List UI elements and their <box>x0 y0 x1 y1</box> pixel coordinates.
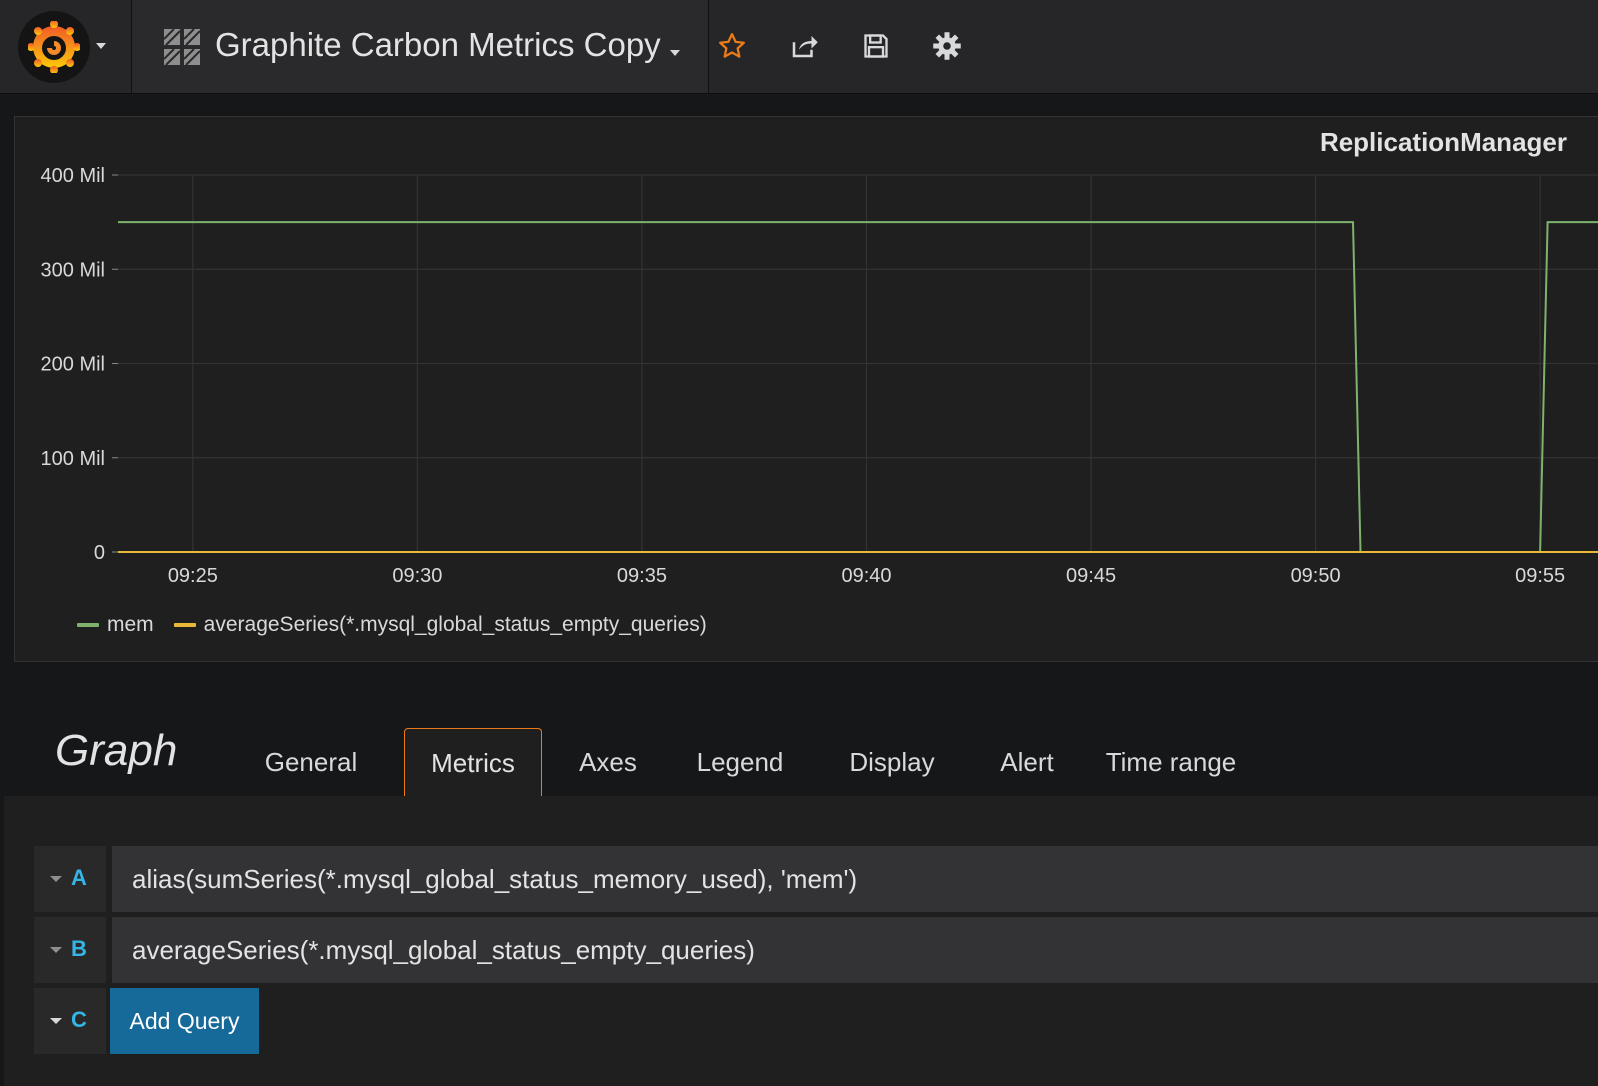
settings-gear-icon <box>933 32 961 60</box>
save-button[interactable] <box>856 26 896 66</box>
top-navbar: Graphite Carbon Metrics Copy <box>0 0 1598 94</box>
query-letter-a: A <box>71 865 87 890</box>
y-tick-label: 0 <box>94 542 105 564</box>
save-icon <box>864 34 888 58</box>
star-button[interactable] <box>712 26 752 66</box>
editor-title: Graph <box>55 726 178 775</box>
share-icon <box>792 36 818 58</box>
query-ref-a[interactable]: A <box>34 846 106 912</box>
collapse-caret-icon[interactable] <box>50 947 62 953</box>
chart-canvas[interactable]: 0 100 Mil 200 Mil 300 Mil 400 Mil 09:25 09:30 0… <box>15 117 1598 661</box>
grafana-logo-icon[interactable] <box>18 11 90 83</box>
star-icon <box>719 33 745 58</box>
x-tick-label: 09:50 <box>1291 565 1341 587</box>
query-ref-b[interactable]: B <box>34 917 106 983</box>
x-tick-label: 09:35 <box>617 565 667 587</box>
tab-metrics[interactable]: Metrics <box>404 728 542 797</box>
add-query-button[interactable]: Add Query <box>110 988 259 1054</box>
legend-item-mem[interactable]: mem <box>77 613 154 637</box>
tab-time-range[interactable]: Time range <box>1096 728 1246 796</box>
tab-axes[interactable]: Axes <box>560 728 656 796</box>
y-tick-label: 100 Mil <box>41 448 105 470</box>
dashboard-grid-icon <box>164 29 200 65</box>
x-tick-label: 09:45 <box>1066 565 1116 587</box>
logo-menu[interactable] <box>0 0 132 93</box>
metrics-editor: A alias(sumSeries(*.mysql_global_status_… <box>4 796 1598 1086</box>
dashboard-title[interactable]: Graphite Carbon Metrics Copy <box>215 26 661 64</box>
graph-panel[interactable]: ReplicationManager 0 100 Mil 200 Mil 300 Mi… <box>14 116 1598 662</box>
settings-button[interactable] <box>927 26 967 66</box>
tab-alert[interactable]: Alert <box>982 728 1072 796</box>
tab-legend[interactable]: Legend <box>682 728 798 796</box>
query-target-a[interactable]: alias(sumSeries(*.mysql_global_status_me… <box>112 846 1598 912</box>
logo-caret-icon[interactable] <box>96 43 106 49</box>
tab-display[interactable]: Display <box>832 728 952 796</box>
query-target-b[interactable]: averageSeries(*.mysql_global_status_empt… <box>112 917 1598 983</box>
collapse-caret-icon[interactable] <box>50 1018 62 1024</box>
dashboard-title-caret-icon[interactable] <box>670 50 680 56</box>
x-tick-label: 09:55 <box>1515 565 1565 587</box>
y-tick-label: 200 Mil <box>41 354 105 376</box>
chart-legend: mem averageSeries(*.mysql_global_status_… <box>77 613 727 637</box>
legend-swatch-average-series <box>173 623 196 627</box>
legend-swatch-mem <box>77 623 99 627</box>
y-tick-label: 400 Mil <box>41 165 105 187</box>
share-button[interactable] <box>784 26 824 66</box>
collapse-caret-icon[interactable] <box>50 876 62 882</box>
x-tick-label: 09:30 <box>392 565 442 587</box>
series-line-mem <box>118 221 1598 553</box>
query-ref-c[interactable]: C <box>34 988 106 1054</box>
query-letter-b: B <box>71 936 87 961</box>
x-tick-label: 09:25 <box>168 565 218 587</box>
tab-general[interactable]: General <box>258 728 364 796</box>
legend-label-average-series: averageSeries(*.mysql_global_status_empt… <box>203 613 707 636</box>
y-tick-label: 300 Mil <box>41 259 105 281</box>
legend-label-mem: mem <box>107 613 154 636</box>
query-letter-c: C <box>71 1007 87 1032</box>
x-tick-label: 09:40 <box>841 565 891 587</box>
legend-item-average-series[interactable]: averageSeries(*.mysql_global_status_empt… <box>173 613 707 637</box>
